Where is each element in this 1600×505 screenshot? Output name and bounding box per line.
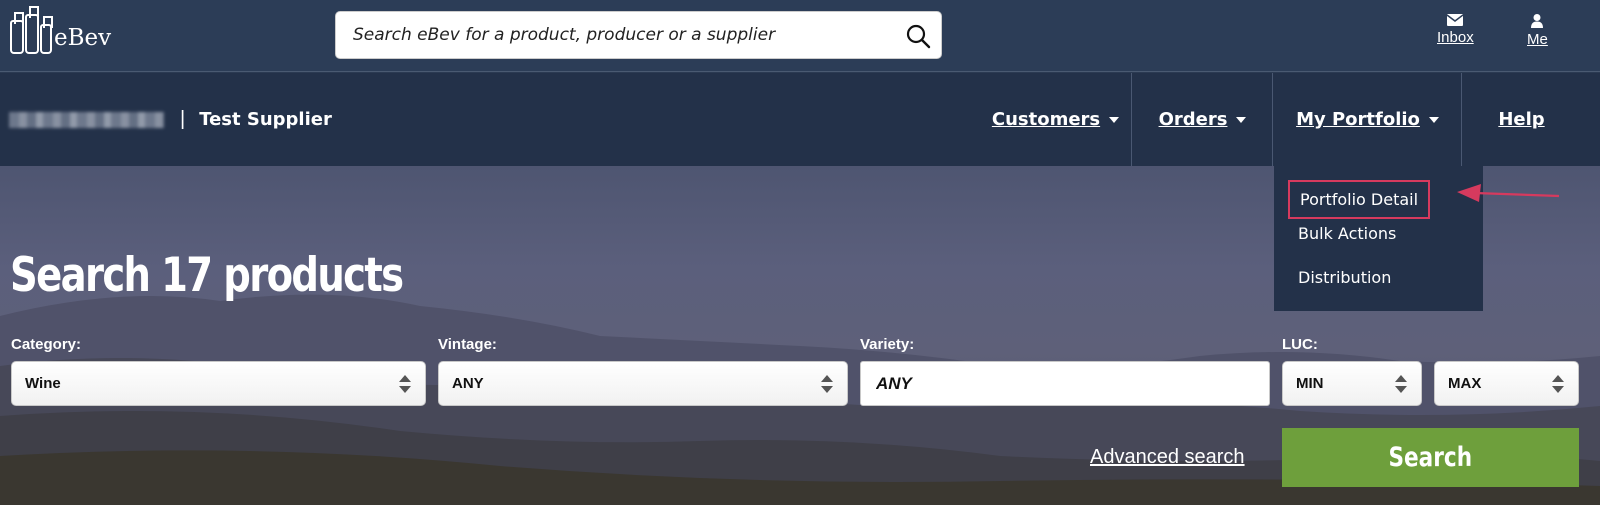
nav-orders-label: Orders bbox=[1158, 109, 1228, 130]
menu-item-bulk-actions[interactable]: Bulk Actions bbox=[1298, 224, 1396, 243]
envelope-icon bbox=[1447, 14, 1464, 26]
luc-label: LUC: bbox=[1282, 336, 1318, 353]
nav-orders[interactable]: Orders bbox=[1133, 73, 1273, 166]
category-value: Wine bbox=[25, 375, 61, 392]
bottles-logo-icon bbox=[10, 6, 53, 54]
select-arrows-icon bbox=[399, 375, 411, 393]
inbox-label: Inbox bbox=[1437, 29, 1474, 46]
nav-my-portfolio[interactable]: My Portfolio bbox=[1274, 73, 1462, 166]
category-label: Category: bbox=[11, 336, 82, 353]
top-bar: eBev Inbox Me bbox=[0, 0, 1600, 72]
select-arrows-icon bbox=[821, 375, 833, 393]
me-link[interactable]: Me bbox=[1527, 14, 1548, 48]
chevron-down-icon bbox=[1428, 116, 1439, 123]
user-icon bbox=[1531, 14, 1544, 28]
main-nav: | Test Supplier Customers Orders My Port… bbox=[0, 73, 1600, 166]
variety-input[interactable] bbox=[860, 361, 1270, 406]
me-label: Me bbox=[1527, 31, 1548, 48]
search-icon[interactable] bbox=[905, 23, 931, 49]
menu-item-portfolio-detail[interactable]: Portfolio Detail bbox=[1288, 180, 1431, 219]
search-button-label: Search bbox=[1388, 442, 1473, 473]
luc-max-value: MAX bbox=[1448, 375, 1482, 392]
inbox-link[interactable]: Inbox bbox=[1437, 14, 1474, 46]
category-select[interactable]: Wine bbox=[11, 361, 426, 406]
chevron-down-icon bbox=[1109, 116, 1120, 123]
ebev-logo[interactable]: eBev bbox=[10, 6, 112, 60]
luc-max-select[interactable]: MAX bbox=[1434, 361, 1579, 406]
nav-my-portfolio-label: My Portfolio bbox=[1296, 109, 1420, 130]
variety-label: Variety: bbox=[860, 336, 915, 353]
nav-customers-label: Customers bbox=[991, 109, 1101, 130]
menu-item-distribution[interactable]: Distribution bbox=[1298, 268, 1391, 287]
vintage-value: ANY bbox=[452, 375, 484, 392]
supplier-name: Test Supplier bbox=[199, 109, 332, 130]
chevron-down-icon bbox=[1236, 116, 1247, 123]
vintage-label: Vintage: bbox=[438, 336, 497, 353]
account-info: | Test Supplier bbox=[9, 108, 332, 131]
nav-customers[interactable]: Customers bbox=[980, 73, 1132, 166]
luc-min-select[interactable]: MIN bbox=[1282, 361, 1422, 406]
page-title: Search 17 products bbox=[10, 248, 404, 303]
select-arrows-icon bbox=[1552, 375, 1564, 393]
advanced-search-link[interactable]: Advanced search bbox=[1090, 446, 1245, 469]
global-search-input[interactable] bbox=[353, 12, 883, 58]
global-search bbox=[335, 11, 942, 59]
portfolio-dropdown-menu: Portfolio Detail Bulk Actions Distributi… bbox=[1274, 166, 1483, 311]
nav-help-label: Help bbox=[1498, 109, 1545, 130]
logo-text: eBev bbox=[54, 25, 112, 51]
account-separator: | bbox=[180, 108, 186, 130]
nav-help[interactable]: Help bbox=[1463, 73, 1580, 166]
luc-min-value: MIN bbox=[1296, 375, 1324, 392]
select-arrows-icon bbox=[1395, 375, 1407, 393]
annotation-arrow-icon bbox=[1457, 184, 1560, 202]
search-button[interactable]: Search bbox=[1282, 428, 1579, 487]
vintage-select[interactable]: ANY bbox=[438, 361, 848, 406]
redacted-account-id bbox=[9, 111, 164, 128]
